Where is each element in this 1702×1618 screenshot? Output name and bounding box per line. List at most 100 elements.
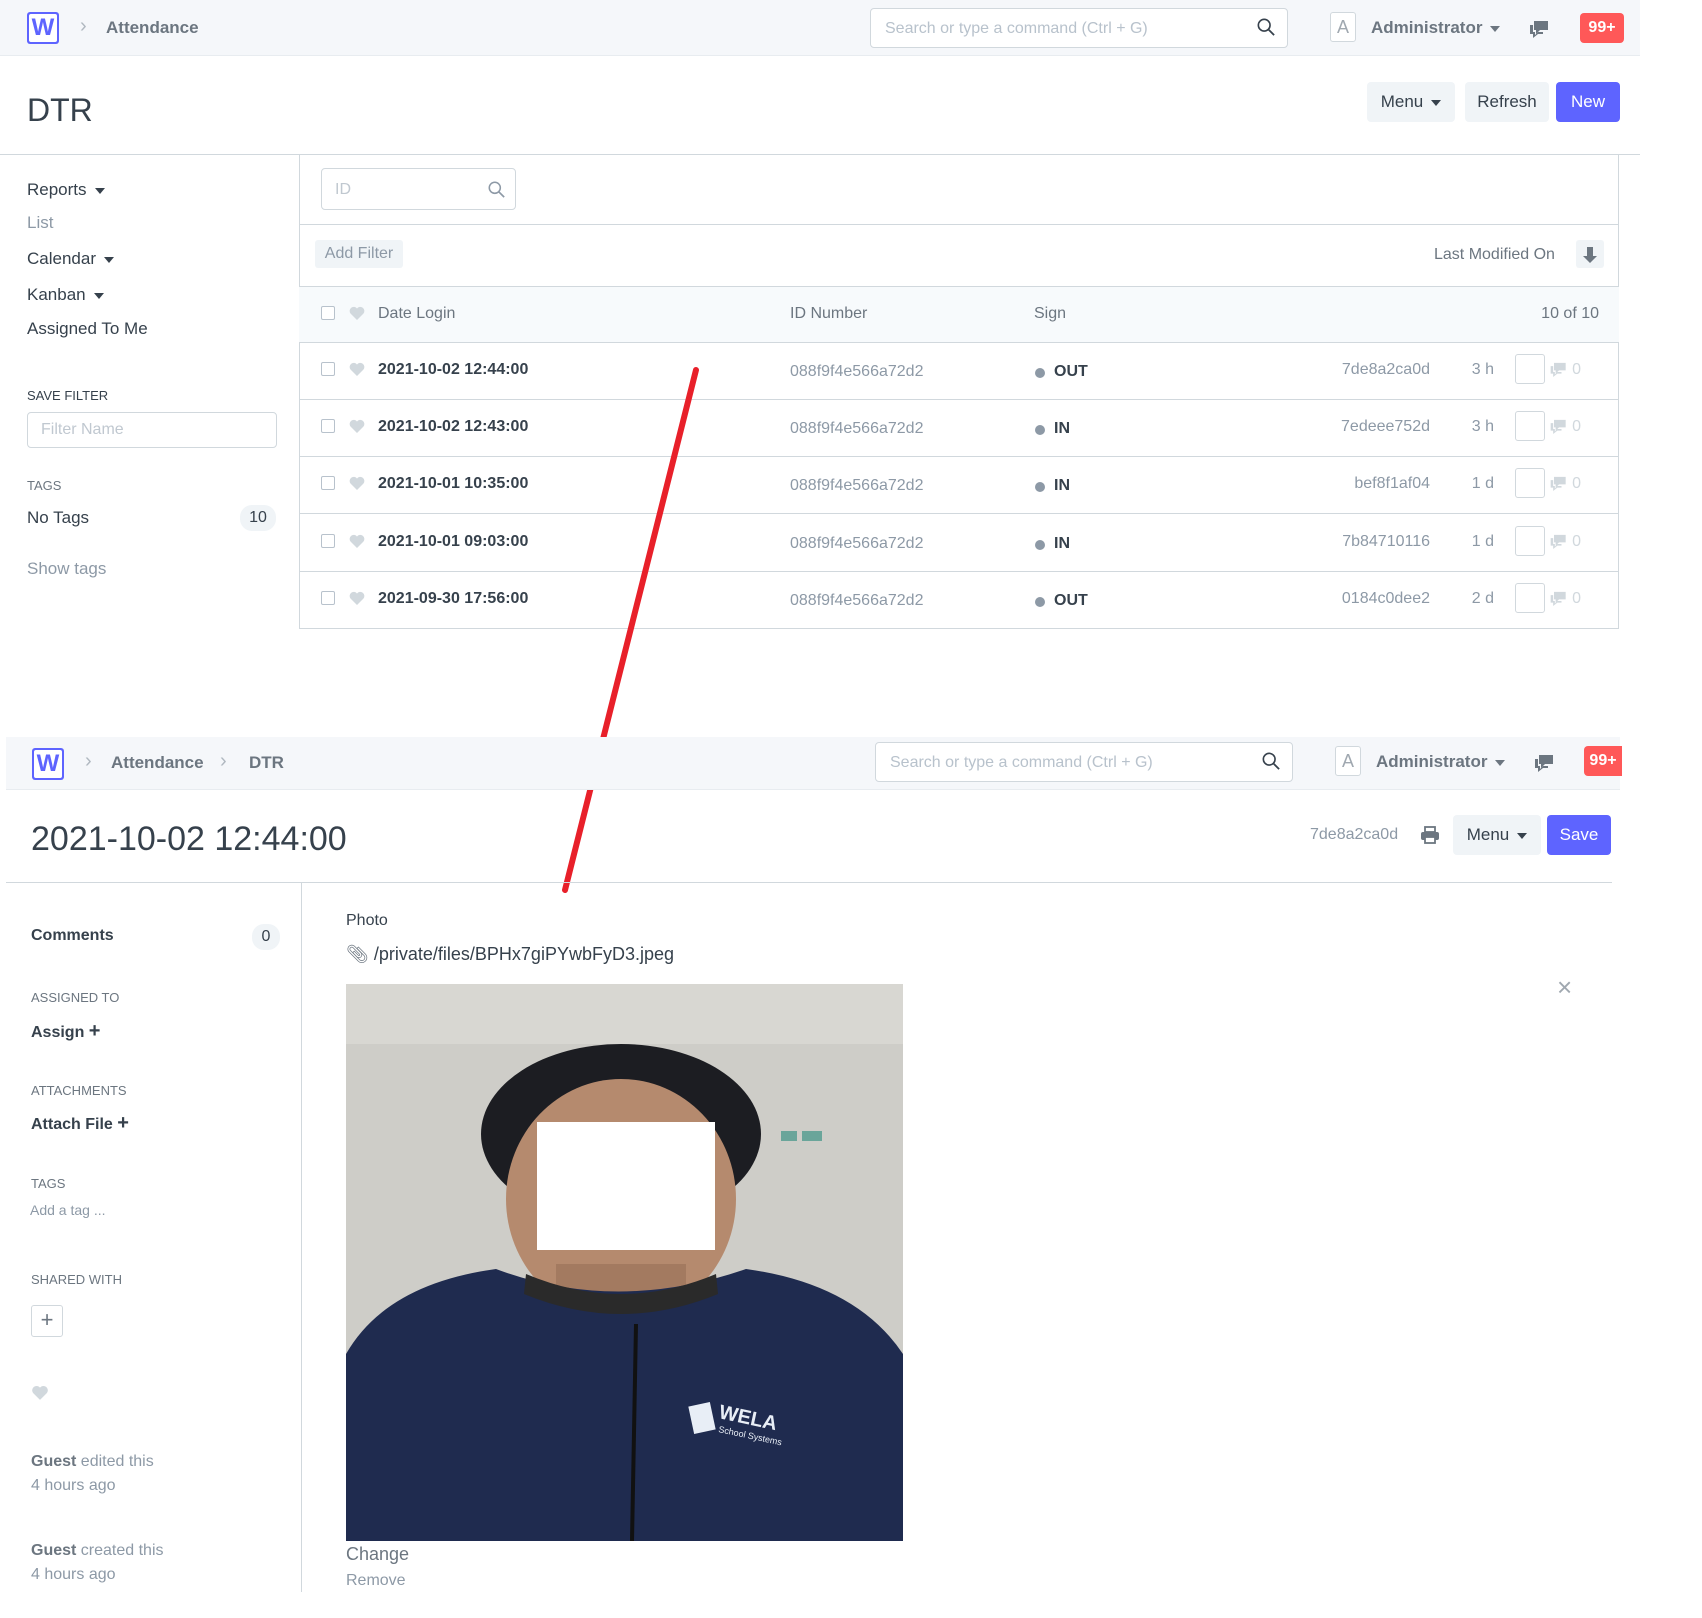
menu-button[interactable]: Menu: [1367, 82, 1455, 122]
heart-icon[interactable]: [349, 591, 365, 606]
row-date-login[interactable]: 2021-09-30 17:56:00: [378, 590, 528, 608]
sidebar-item-assigned-to-me[interactable]: Assigned To Me: [27, 319, 148, 339]
heart-icon[interactable]: [349, 476, 365, 491]
table-row[interactable]: 2021-10-02 12:43:00 088f9f4e566a72d2 IN …: [299, 400, 1619, 457]
notification-badge[interactable]: 99+: [1584, 746, 1622, 776]
column-sign[interactable]: Sign: [1034, 305, 1066, 323]
heart-icon[interactable]: [349, 306, 365, 321]
chat-icon[interactable]: [1549, 361, 1569, 378]
new-button[interactable]: New: [1556, 82, 1620, 122]
change-photo-link[interactable]: Change: [346, 1544, 409, 1565]
sidebar-item-kanban[interactable]: Kanban: [27, 285, 104, 305]
column-date-login[interactable]: Date Login: [378, 305, 455, 323]
chat-icon[interactable]: [1528, 19, 1552, 39]
user-menu[interactable]: Administrator: [1371, 18, 1501, 38]
attach-file-button[interactable]: Attach File +: [31, 1112, 129, 1135]
avatar[interactable]: A: [1335, 746, 1361, 776]
chat-icon[interactable]: [1549, 418, 1569, 435]
show-tags-link[interactable]: Show tags: [27, 559, 106, 579]
notification-badge[interactable]: 99+: [1580, 13, 1624, 43]
sort-down-icon[interactable]: [1576, 240, 1604, 268]
row-checkbox[interactable]: [321, 591, 335, 605]
heart-icon[interactable]: [349, 419, 365, 434]
assignee-avatar[interactable]: [1515, 526, 1545, 556]
form-menu-button[interactable]: Menu: [1453, 815, 1541, 855]
assignee-avatar[interactable]: [1515, 468, 1545, 498]
global-search-input[interactable]: Search or type a command (Ctrl + G): [870, 8, 1288, 48]
assignee-avatar[interactable]: [1515, 583, 1545, 613]
id-filter-input[interactable]: ID: [321, 168, 516, 210]
sidebar-item-list[interactable]: List: [27, 213, 53, 233]
assignee-avatar[interactable]: [1515, 354, 1545, 384]
row-date-login[interactable]: 2021-10-02 12:44:00: [378, 361, 528, 379]
row-name[interactable]: 7de8a2ca0d: [1342, 361, 1430, 379]
table-row[interactable]: 2021-10-02 12:44:00 088f9f4e566a72d2 OUT…: [299, 343, 1619, 400]
form-header-divider: [6, 882, 1612, 883]
sidebar-item-reports[interactable]: Reports: [27, 180, 105, 200]
row-date-login[interactable]: 2021-10-02 12:43:00: [378, 418, 528, 436]
global-search-input[interactable]: Search or type a command (Ctrl + G): [875, 742, 1293, 782]
row-age: 2 d: [1471, 590, 1494, 607]
caret-down-icon: [104, 256, 114, 263]
row-age: 1 d: [1471, 533, 1494, 550]
row-name[interactable]: 7b84710116: [1342, 533, 1430, 551]
row-checkbox[interactable]: [321, 476, 335, 490]
app-logo[interactable]: W: [27, 12, 59, 44]
row-sign: IN: [1054, 477, 1070, 494]
chat-icon[interactable]: [1549, 475, 1569, 492]
row-checkbox[interactable]: [321, 534, 335, 548]
row-name[interactable]: 0184c0dee2: [1342, 590, 1430, 608]
share-add-button[interactable]: +: [31, 1305, 63, 1337]
close-icon[interactable]: ×: [1557, 972, 1572, 1003]
status-indicator: [1035, 540, 1045, 550]
caret-down-icon: [94, 187, 105, 194]
avatar[interactable]: A: [1330, 12, 1356, 42]
sidebar-no-tags[interactable]: No Tags: [27, 508, 89, 528]
breadcrumb-attendance[interactable]: Attendance: [106, 18, 199, 38]
user-menu[interactable]: Administrator: [1376, 752, 1506, 772]
column-id-number[interactable]: ID Number: [790, 305, 867, 323]
row-checkbox[interactable]: [321, 362, 335, 376]
refresh-button[interactable]: Refresh: [1465, 82, 1549, 122]
table-row[interactable]: 2021-10-01 10:35:00 088f9f4e566a72d2 IN …: [299, 457, 1619, 514]
sidebar-item-label: Kanban: [27, 285, 86, 304]
assigned-to-label: ASSIGNED TO: [31, 990, 120, 1005]
photo-file-link[interactable]: 📎︎ /private/files/BPHx7giPYwbFyD3.jpeg: [346, 944, 674, 965]
chat-icon[interactable]: [1549, 533, 1569, 550]
remove-photo-link[interactable]: Remove: [346, 1572, 406, 1590]
row-name[interactable]: bef8f1af04: [1354, 475, 1430, 493]
chevron-right-icon: ›: [80, 15, 87, 37]
heart-icon[interactable]: [31, 1385, 49, 1401]
app-logo[interactable]: W: [32, 748, 64, 780]
plus-icon: +: [88, 1020, 101, 1042]
paperclip-icon: 📎︎: [346, 944, 369, 964]
heart-icon[interactable]: [349, 362, 365, 377]
activity-edited: Guest edited this: [31, 1453, 154, 1471]
select-all-checkbox[interactable]: [321, 306, 335, 320]
assignee-avatar[interactable]: [1515, 411, 1545, 441]
table-row[interactable]: 2021-09-30 17:56:00 088f9f4e566a72d2 OUT…: [299, 572, 1619, 629]
row-checkbox[interactable]: [321, 419, 335, 433]
status-indicator: [1035, 597, 1045, 607]
comments-label[interactable]: Comments: [31, 927, 114, 945]
filter-name-input[interactable]: Filter Name: [27, 412, 277, 448]
sidebar-item-calendar[interactable]: Calendar: [27, 249, 114, 269]
add-filter-button[interactable]: Add Filter: [315, 240, 403, 268]
breadcrumb-dtr[interactable]: DTR: [249, 753, 284, 773]
add-tag-input[interactable]: Add a tag ...: [30, 1202, 106, 1218]
row-date-login[interactable]: 2021-10-01 09:03:00: [378, 533, 528, 551]
save-button[interactable]: Save: [1547, 815, 1611, 855]
row-sign: IN: [1054, 420, 1070, 437]
activity-user[interactable]: Guest: [31, 1542, 76, 1559]
breadcrumb-attendance[interactable]: Attendance: [111, 753, 204, 773]
heart-icon[interactable]: [349, 534, 365, 549]
table-row[interactable]: 2021-10-01 09:03:00 088f9f4e566a72d2 IN …: [299, 515, 1619, 572]
chat-icon[interactable]: [1549, 590, 1569, 607]
printer-icon[interactable]: [1420, 826, 1440, 844]
activity-user[interactable]: Guest: [31, 1453, 76, 1470]
row-date-login[interactable]: 2021-10-01 10:35:00: [378, 475, 528, 493]
sort-label[interactable]: Last Modified On: [1434, 246, 1555, 264]
chat-icon[interactable]: [1533, 753, 1557, 773]
assign-button[interactable]: Assign +: [31, 1020, 100, 1043]
row-name[interactable]: 7edeee752d: [1341, 418, 1430, 436]
